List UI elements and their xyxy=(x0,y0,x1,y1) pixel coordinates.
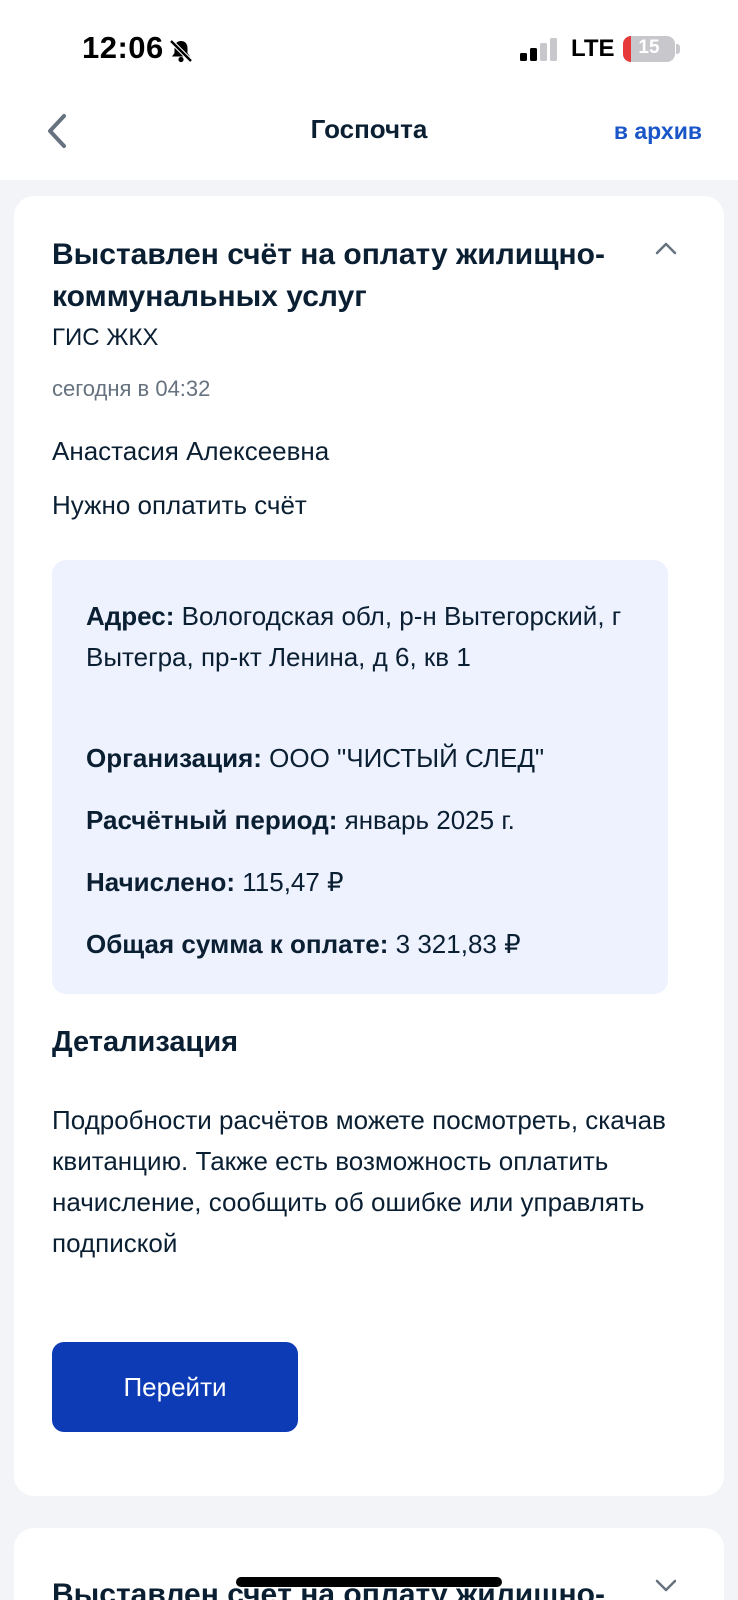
total-label: Общая сумма к оплате: xyxy=(86,929,389,959)
notification-date: сегодня в 04:32 xyxy=(52,376,211,401)
charged-line: Начислено: 115,47 ₽ xyxy=(86,862,642,903)
organization-label: Организация: xyxy=(86,743,262,773)
nav-bar: Госпочта в архив xyxy=(0,100,738,180)
notification-card: Выставлен счёт на оплату жилищно-коммуна… xyxy=(14,196,724,1496)
bill-details-box: Адрес: Вологодская обл, р-н Вытегорский,… xyxy=(52,560,668,994)
charged-label: Начислено: xyxy=(86,867,236,897)
total-value: 3 321,83 ₽ xyxy=(388,929,521,959)
home-indicator[interactable] xyxy=(236,1577,502,1587)
organization-line: Организация: ООО "ЧИСТЫЙ СЛЕД" xyxy=(86,738,642,779)
period-label: Расчётный период: xyxy=(86,805,338,835)
status-time: 12:06 xyxy=(82,30,164,65)
notification-title: Выставлен счёт на оплату жилищно-коммуна… xyxy=(52,238,605,313)
recipient-name: Анастасия Алексеевна xyxy=(52,436,330,466)
bell-slash-icon xyxy=(169,39,193,63)
battery-level: 15 xyxy=(638,37,660,58)
notification-source: ГИС ЖКХ xyxy=(52,324,159,351)
period-line: Расчётный период: январь 2025 г. xyxy=(86,800,642,841)
address-line: Адрес: Вологодская обл, р-н Вытегорский,… xyxy=(86,596,642,678)
battery-cap xyxy=(676,44,680,54)
period-value: январь 2025 г. xyxy=(337,805,515,835)
archive-button[interactable]: в архив xyxy=(614,118,702,145)
notification-message: Нужно оплатить счёт xyxy=(52,490,307,520)
status-bar: 12:06 LTE 15 xyxy=(0,0,738,100)
next-notification-card[interactable]: Выставлен счёт на оплату жилищно- xyxy=(14,1528,724,1600)
go-button[interactable]: Перейти xyxy=(52,1342,298,1432)
charged-value: 115,47 ₽ xyxy=(235,867,344,897)
network-label: LTE xyxy=(571,35,615,62)
total-line: Общая сумма к оплате: 3 321,83 ₽ xyxy=(86,924,642,965)
chevron-down-icon[interactable] xyxy=(654,1578,678,1594)
signal-icon xyxy=(520,38,557,61)
chevron-up-icon[interactable] xyxy=(654,240,678,256)
battery-icon: 15 xyxy=(623,36,675,62)
section-title: Детализация xyxy=(52,1026,239,1058)
address-label: Адрес: xyxy=(86,601,175,631)
organization-value: ООО "ЧИСТЫЙ СЛЕД" xyxy=(261,743,545,773)
section-text: Подробности расчётов можете посмотреть, … xyxy=(52,1105,666,1258)
